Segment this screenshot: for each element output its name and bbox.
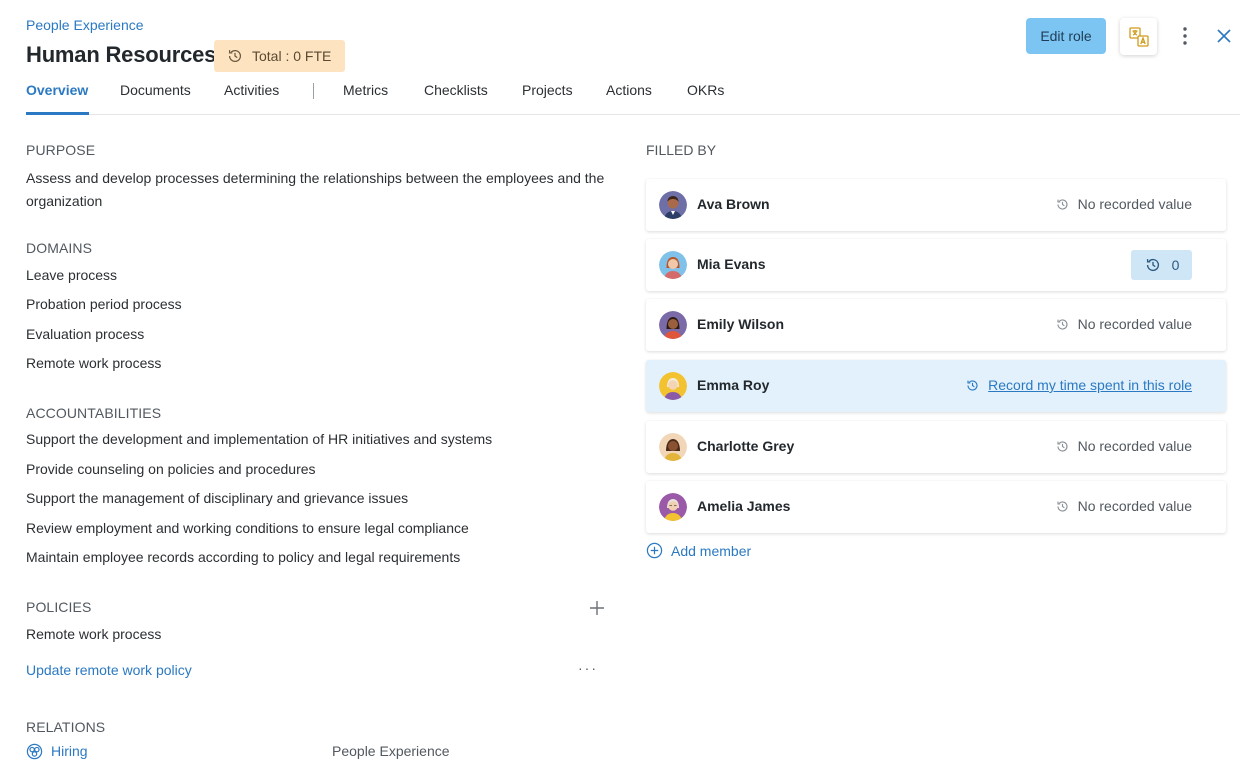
time-status-text: No recorded value bbox=[1077, 498, 1192, 514]
avatar bbox=[659, 311, 687, 339]
avatar bbox=[659, 191, 687, 219]
record-time-text[interactable]: Record my time spent in this role bbox=[988, 377, 1192, 393]
tab-metrics[interactable]: Metrics bbox=[343, 82, 388, 98]
history-icon bbox=[1057, 198, 1068, 210]
member-name: Mia Evans bbox=[697, 256, 766, 272]
page-title: Human Resources bbox=[26, 42, 217, 67]
translate-button[interactable] bbox=[1120, 18, 1157, 55]
avatar bbox=[659, 433, 687, 461]
tab-okrs[interactable]: OKRs bbox=[687, 82, 724, 98]
close-icon bbox=[1217, 29, 1231, 43]
more-vertical-icon bbox=[1183, 27, 1187, 45]
update-policy-link[interactable]: Update remote work policy bbox=[26, 662, 192, 678]
record-time-link[interactable]: Record my time spent in this role bbox=[965, 377, 1192, 393]
history-icon bbox=[228, 49, 242, 62]
circle-role-icon bbox=[26, 743, 43, 760]
member-name: Charlotte Grey bbox=[697, 438, 795, 454]
history-icon bbox=[1057, 440, 1068, 452]
member-card-emily-wilson[interactable]: Emily Wilson No recorded value bbox=[646, 299, 1226, 351]
member-name: Emma Roy bbox=[697, 377, 770, 393]
member-card-ava-brown[interactable]: Ava Brown No recorded value bbox=[646, 179, 1226, 231]
time-status-text: No recorded value bbox=[1077, 316, 1192, 332]
history-icon bbox=[1057, 500, 1068, 512]
policies-heading: POLICIES bbox=[26, 599, 92, 615]
domain-item: Evaluation process bbox=[26, 326, 145, 342]
time-status: No recorded value bbox=[1055, 196, 1192, 212]
tab-checklists[interactable]: Checklists bbox=[424, 82, 488, 98]
member-name: Amelia James bbox=[697, 498, 791, 514]
tab-documents[interactable]: Documents bbox=[120, 82, 191, 98]
tab-actions[interactable]: Actions bbox=[606, 82, 652, 98]
add-member-button[interactable]: Add member bbox=[646, 542, 751, 559]
member-name: Emily Wilson bbox=[697, 316, 785, 332]
tab-activities[interactable]: Activities bbox=[224, 82, 279, 98]
member-card-amelia-james[interactable]: Amelia James No recorded value bbox=[646, 481, 1226, 533]
tab-bar: Overview Documents Activities Metrics Ch… bbox=[26, 80, 1240, 115]
accountability-item: Review employment and working conditions… bbox=[26, 520, 469, 536]
close-button[interactable] bbox=[1212, 24, 1236, 48]
relation-hiring-link[interactable]: Hiring bbox=[51, 743, 88, 759]
domain-item: Leave process bbox=[26, 267, 118, 283]
history-icon bbox=[1057, 318, 1068, 330]
time-status-text: No recorded value bbox=[1077, 196, 1192, 212]
breadcrumb[interactable]: People Experience bbox=[26, 17, 144, 33]
avatar bbox=[659, 493, 687, 521]
tab-separator bbox=[313, 83, 314, 99]
domains-heading: DOMAINS bbox=[26, 240, 93, 256]
time-status-text: No recorded value bbox=[1077, 438, 1192, 454]
translate-icon bbox=[1128, 26, 1149, 47]
relations-heading: RELATIONS bbox=[26, 719, 106, 735]
add-policy-plus-icon[interactable] bbox=[588, 599, 606, 617]
purpose-text: Assess and develop processes determining… bbox=[26, 170, 605, 209]
accountability-item: Support the management of disciplinary a… bbox=[26, 490, 409, 506]
time-value-pill[interactable]: 0 bbox=[1131, 250, 1192, 280]
time-status: No recorded value bbox=[1055, 438, 1192, 454]
time-status: No recorded value bbox=[1055, 498, 1192, 514]
tab-overview[interactable]: Overview bbox=[26, 82, 88, 98]
history-icon bbox=[1146, 258, 1159, 272]
purpose-heading: PURPOSE bbox=[26, 142, 96, 158]
time-status: No recorded value bbox=[1055, 316, 1192, 332]
domain-item: Remote work process bbox=[26, 355, 162, 371]
time-value: 0 bbox=[1171, 257, 1180, 273]
accountability-item: Maintain employee records according to p… bbox=[26, 549, 461, 565]
filled-by-heading: FILLED BY bbox=[646, 142, 717, 158]
accountability-item: Provide counseling on policies and proce… bbox=[26, 461, 316, 477]
member-card-emma-roy[interactable]: Emma Roy Record my time spent in this ro… bbox=[646, 360, 1226, 412]
fte-badge[interactable]: Total : 0 FTE bbox=[214, 40, 346, 72]
fte-total-label: Total : 0 FTE bbox=[252, 48, 332, 64]
plus-circle-icon bbox=[646, 542, 663, 559]
accountability-item: Support the development and implementati… bbox=[26, 431, 493, 447]
add-member-label: Add member bbox=[671, 542, 752, 559]
history-icon bbox=[967, 379, 978, 391]
policy-more-options[interactable]: ··· bbox=[578, 660, 598, 676]
edit-role-button[interactable]: Edit role bbox=[1026, 18, 1106, 54]
avatar bbox=[659, 372, 687, 400]
active-tab-indicator bbox=[26, 112, 89, 115]
more-options-button[interactable] bbox=[1174, 24, 1196, 48]
member-card-charlotte-grey[interactable]: Charlotte Grey No recorded value bbox=[646, 421, 1226, 473]
policy-item: Remote work process bbox=[26, 626, 162, 642]
accountabilities-heading: ACCOUNTABILITIES bbox=[26, 405, 162, 421]
relation-parent-circle: People Experience bbox=[332, 743, 450, 759]
member-name: Ava Brown bbox=[697, 196, 770, 212]
domain-item: Probation period process bbox=[26, 296, 182, 312]
member-card-mia-evans[interactable]: Mia Evans 0 bbox=[646, 239, 1226, 291]
avatar bbox=[659, 251, 687, 279]
tab-projects[interactable]: Projects bbox=[522, 82, 573, 98]
